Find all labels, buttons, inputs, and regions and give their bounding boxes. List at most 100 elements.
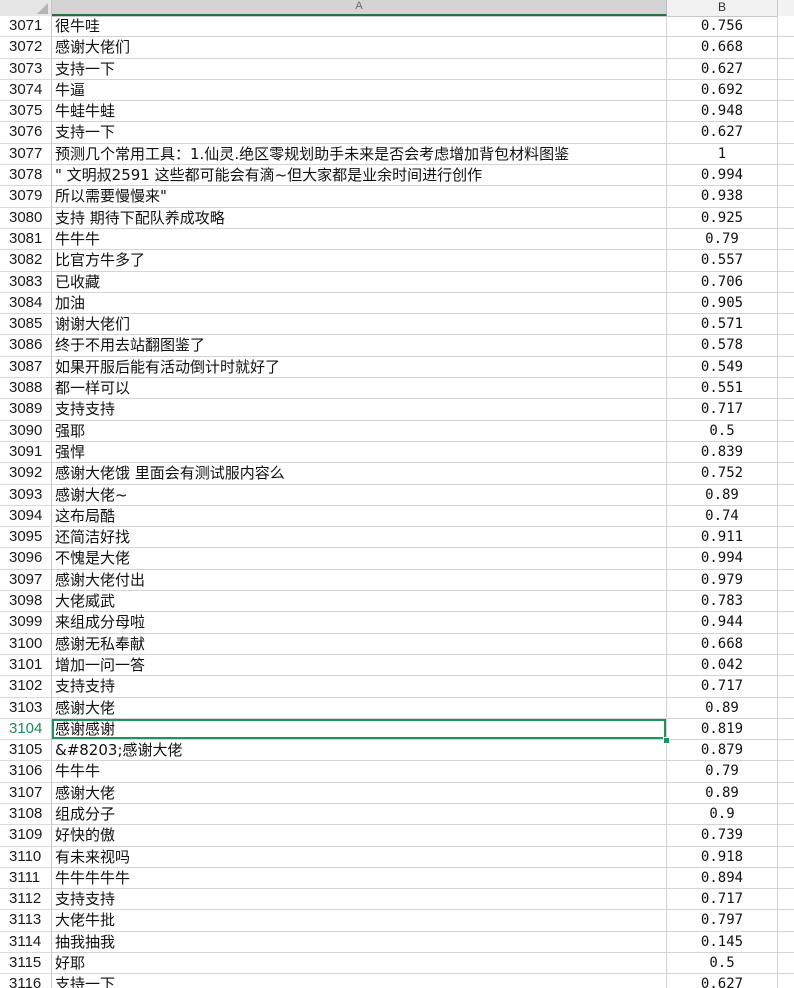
cell-a[interactable]: 大佬牛批	[52, 910, 667, 932]
cell-b[interactable]: 0.894	[667, 867, 778, 890]
row-header[interactable]: 3082	[0, 250, 52, 272]
cell-c[interactable]	[778, 441, 794, 464]
cell-b[interactable]: 0.571	[667, 314, 778, 336]
cell-a[interactable]: 支持支持	[52, 399, 667, 421]
row-header[interactable]: 3075	[0, 101, 52, 123]
cell-c[interactable]	[778, 676, 794, 698]
cell-a[interactable]: 感谢大佬付出	[52, 569, 667, 592]
cell-b[interactable]: 0.5	[667, 953, 778, 975]
cell-c[interactable]	[778, 654, 794, 677]
cell-c[interactable]	[778, 548, 794, 570]
cell-c[interactable]	[778, 591, 794, 613]
cell-a[interactable]: 这布局酷	[52, 505, 667, 528]
cell-b[interactable]: 0.89	[667, 782, 778, 804]
cell-b[interactable]: 0.819	[667, 718, 778, 741]
cell-b[interactable]: 0.79	[667, 761, 778, 783]
row-header[interactable]: 3085	[0, 314, 52, 336]
cell-c[interactable]	[778, 910, 794, 932]
select-all-corner[interactable]	[0, 0, 52, 16]
cell-c[interactable]	[778, 58, 794, 80]
cell-a[interactable]: 支持一下	[52, 58, 667, 80]
cell-a[interactable]: 好耶	[52, 953, 667, 975]
cell-b[interactable]: 0.797	[667, 910, 778, 932]
cell-a[interactable]: 牛蛙牛蛙	[52, 101, 667, 123]
cell-a[interactable]: 强耶	[52, 420, 667, 442]
row-header[interactable]: 3108	[0, 803, 52, 826]
cell-b[interactable]: 0.717	[667, 889, 778, 911]
cell-b[interactable]: 0.948	[667, 101, 778, 123]
cell-c[interactable]	[778, 101, 794, 123]
cell-a[interactable]: 不愧是大佬	[52, 548, 667, 570]
cell-a[interactable]: 比官方牛多了	[52, 250, 667, 272]
cell-b[interactable]: 0.668	[667, 37, 778, 59]
row-header[interactable]: 3071	[0, 16, 52, 38]
cell-b[interactable]: 0.578	[667, 335, 778, 357]
cell-b[interactable]: 0.752	[667, 463, 778, 485]
row-header[interactable]: 3078	[0, 165, 52, 187]
cell-c[interactable]	[778, 378, 794, 400]
cell-b[interactable]: 1	[667, 143, 778, 166]
row-header[interactable]: 3072	[0, 37, 52, 59]
row-header[interactable]: 3092	[0, 463, 52, 485]
row-header[interactable]: 3080	[0, 207, 52, 229]
cell-a[interactable]: 牛牛牛	[52, 761, 667, 783]
cell-b[interactable]: 0.627	[667, 974, 778, 988]
cell-b[interactable]: 0.551	[667, 378, 778, 400]
row-header[interactable]: 3110	[0, 846, 52, 868]
cell-b[interactable]: 0.79	[667, 228, 778, 251]
row-header[interactable]: 3095	[0, 527, 52, 549]
cell-c[interactable]	[778, 846, 794, 868]
cell-a[interactable]: 增加一问一答	[52, 654, 667, 677]
cell-b[interactable]: 0.938	[667, 186, 778, 208]
cell-b[interactable]: 0.925	[667, 207, 778, 229]
cell-b[interactable]: 0.839	[667, 441, 778, 464]
cell-c[interactable]	[778, 165, 794, 187]
row-header[interactable]: 3088	[0, 378, 52, 400]
row-header[interactable]: 3105	[0, 740, 52, 762]
cell-a[interactable]: " 文明叔2591 这些都可能会有滴~但大家都是业余时间进行创作	[52, 165, 667, 187]
cell-a[interactable]: 来组成分母啦	[52, 612, 667, 634]
cell-a[interactable]: &#8203;感谢大佬	[52, 740, 667, 762]
cell-c[interactable]	[778, 505, 794, 528]
cell-b[interactable]: 0.911	[667, 527, 778, 549]
cell-c[interactable]	[778, 527, 794, 549]
cell-c[interactable]	[778, 356, 794, 379]
cell-a[interactable]: 很牛哇	[52, 16, 667, 38]
row-header[interactable]: 3090	[0, 420, 52, 442]
cell-a[interactable]: 有未来视吗	[52, 846, 667, 868]
cell-c[interactable]	[778, 314, 794, 336]
cell-a[interactable]: 如果开服后能有活动倒计时就好了	[52, 356, 667, 379]
cell-b[interactable]: 0.89	[667, 697, 778, 719]
cell-c[interactable]	[778, 16, 794, 38]
cell-b[interactable]: 0.905	[667, 292, 778, 315]
cell-c[interactable]	[778, 207, 794, 229]
cell-b[interactable]: 0.879	[667, 740, 778, 762]
cell-b[interactable]: 0.627	[667, 58, 778, 80]
row-header[interactable]: 3100	[0, 633, 52, 655]
row-header[interactable]: 3104	[0, 718, 52, 741]
cell-b[interactable]: 0.783	[667, 591, 778, 613]
row-header[interactable]: 3113	[0, 910, 52, 932]
row-header[interactable]: 3098	[0, 591, 52, 613]
cell-a[interactable]: 支持一下	[52, 122, 667, 144]
cell-c[interactable]	[778, 37, 794, 59]
row-header[interactable]: 3083	[0, 271, 52, 293]
row-header[interactable]: 3099	[0, 612, 52, 634]
cell-c[interactable]	[778, 122, 794, 144]
cell-a[interactable]: 好快的傲	[52, 825, 667, 847]
row-header[interactable]: 3081	[0, 228, 52, 251]
cell-c[interactable]	[778, 612, 794, 634]
row-header[interactable]: 3089	[0, 399, 52, 421]
cell-c[interactable]	[778, 718, 794, 741]
cell-b[interactable]: 0.756	[667, 16, 778, 38]
row-header[interactable]: 3116	[0, 974, 52, 988]
cell-b[interactable]: 0.042	[667, 654, 778, 677]
cell-b[interactable]: 0.994	[667, 548, 778, 570]
cell-c[interactable]	[778, 825, 794, 847]
cell-a[interactable]: 牛牛牛	[52, 228, 667, 251]
row-header[interactable]: 3114	[0, 931, 52, 954]
row-header[interactable]: 3073	[0, 58, 52, 80]
row-header[interactable]: 3112	[0, 889, 52, 911]
row-header[interactable]: 3115	[0, 953, 52, 975]
cell-a[interactable]: 还简洁好找	[52, 527, 667, 549]
